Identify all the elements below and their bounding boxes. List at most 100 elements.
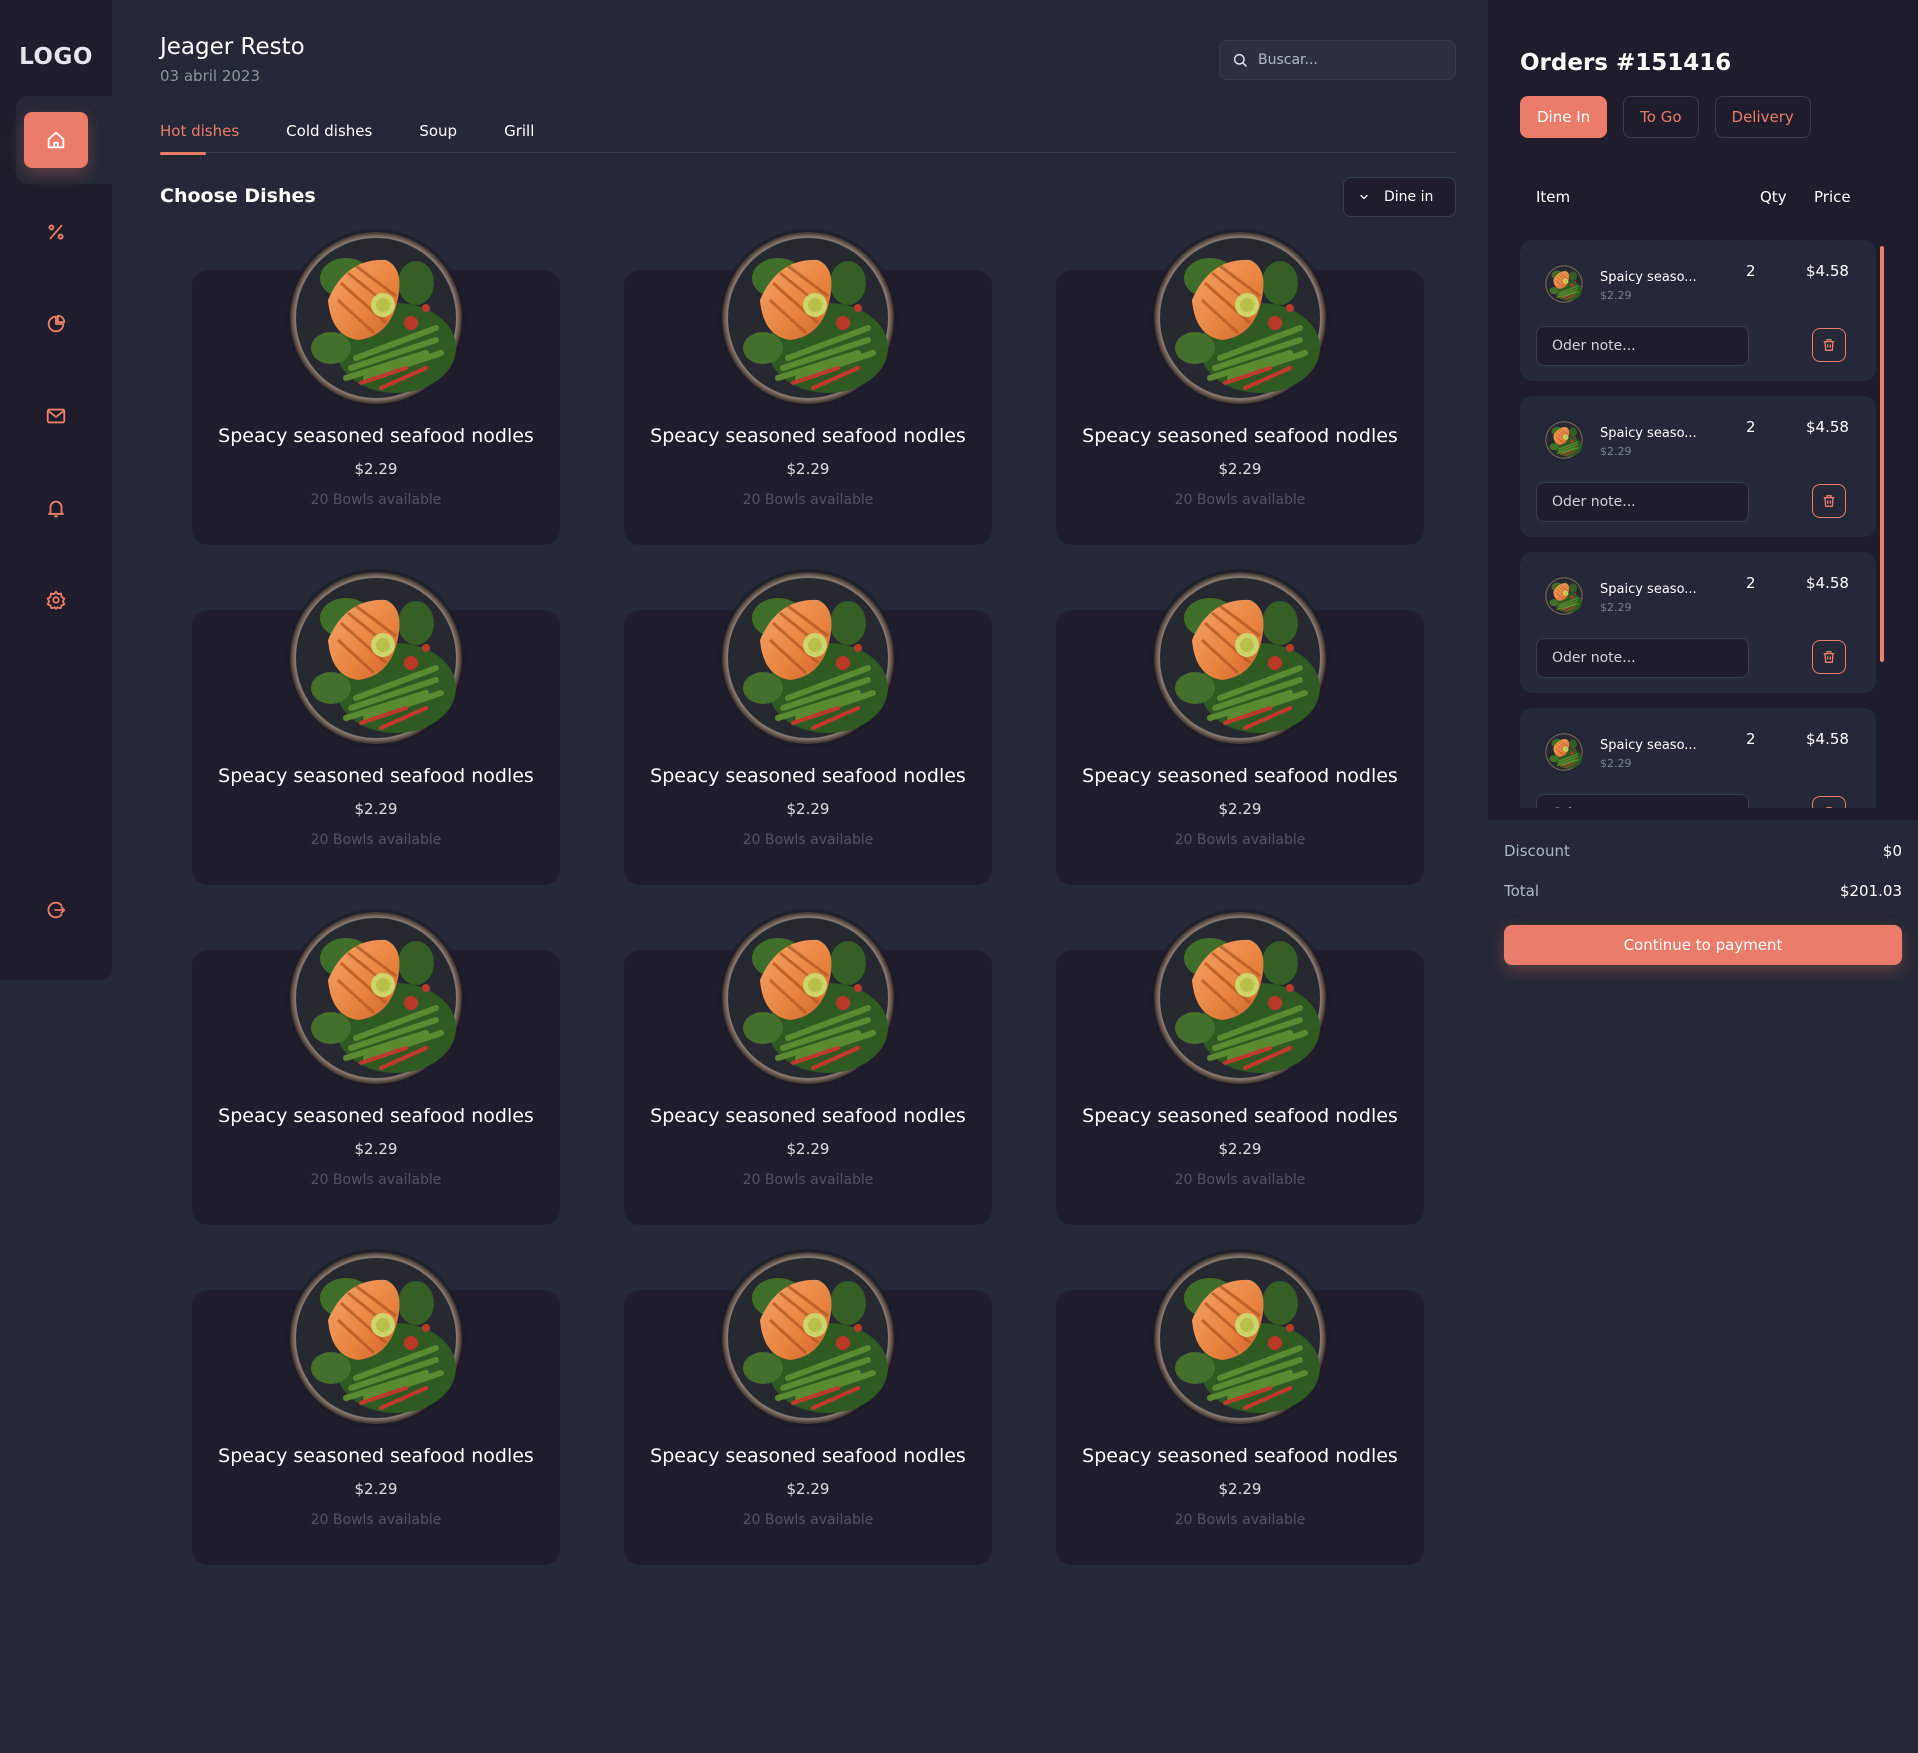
- trash-icon: [1823, 495, 1835, 507]
- dish-card[interactable]: Speacy seasoned seafood nodles $2.29 20 Bo…: [1056, 270, 1424, 545]
- dish-image: [286, 228, 466, 408]
- order-item-qty[interactable]: 2: [1746, 418, 1756, 436]
- order-type-group: Dine In To Go Delivery: [1520, 96, 1811, 138]
- dish-card[interactable]: Speacy seasoned seafood nodles $2.29 20 Bo…: [1056, 950, 1424, 1225]
- dish-price: $2.29: [786, 800, 830, 818]
- order-item-qty[interactable]: 2: [1746, 262, 1756, 280]
- dish-image: [1150, 1248, 1330, 1428]
- dish-availability: 20 Bowls available: [310, 1172, 442, 1188]
- dish-name: Speacy seasoned seafood nodles: [650, 1445, 966, 1467]
- trash-icon: [1826, 807, 1832, 808]
- delete-item-button[interactable]: [1812, 328, 1846, 362]
- nav-discount[interactable]: [0, 188, 112, 276]
- order-item-qty[interactable]: 2: [1746, 730, 1756, 748]
- dish-price: $2.29: [786, 1140, 830, 1158]
- nav-notifications[interactable]: [0, 464, 112, 552]
- page-date: 03 abril 2023: [160, 67, 261, 85]
- dish-card[interactable]: Speacy seasoned seafood nodles $2.29 20 Bo…: [1056, 1290, 1424, 1565]
- dish-name: Speacy seasoned seafood nodles: [650, 1105, 966, 1127]
- delete-item-button[interactable]: [1812, 484, 1846, 518]
- delete-item-button[interactable]: [1812, 796, 1846, 808]
- notification-icon: [48, 500, 64, 518]
- column-price: Price: [1814, 188, 1851, 206]
- dish-card[interactable]: Speacy seasoned seafood nodles $2.29 20 Bo…: [624, 1290, 992, 1565]
- nav-logout[interactable]: [0, 866, 112, 954]
- search-box[interactable]: [1219, 40, 1456, 80]
- dish-card[interactable]: Speacy seasoned seafood nodles $2.29 20 Bo…: [192, 270, 560, 545]
- logo: LOGO: [19, 44, 93, 70]
- dish-name: Speacy seasoned seafood nodles: [650, 425, 966, 447]
- order-note-input[interactable]: [1536, 794, 1749, 808]
- order-item-name: Spaicy seaso...: [1600, 738, 1697, 753]
- page-title: Jeager Resto: [160, 34, 305, 60]
- search-input[interactable]: [1258, 52, 1448, 68]
- order-type-dine-in[interactable]: Dine In: [1520, 96, 1608, 138]
- tab-cold-dishes[interactable]: Cold dishes: [286, 120, 372, 153]
- dish-name: Speacy seasoned seafood nodles: [218, 1105, 534, 1127]
- nav-home[interactable]: [16, 96, 112, 184]
- dashboard-icon: [47, 314, 66, 333]
- nav-settings-button: [24, 572, 88, 628]
- order-list-scrollbar[interactable]: [1880, 246, 1884, 662]
- dish-name: Speacy seasoned seafood nodles: [1082, 1445, 1398, 1467]
- discount-label: Discount: [1504, 842, 1570, 860]
- dish-price: $2.29: [354, 1140, 398, 1158]
- dish-card[interactable]: Speacy seasoned seafood nodles $2.29 20 Bo…: [192, 950, 560, 1225]
- dish-name: Speacy seasoned seafood nodles: [1082, 425, 1398, 447]
- tab-grill[interactable]: Grill: [504, 120, 534, 153]
- order-item-image: [1544, 264, 1584, 304]
- nav-settings[interactable]: [0, 556, 112, 644]
- dish-availability: 20 Bowls available: [1174, 1512, 1306, 1528]
- order-item-image: [1544, 576, 1584, 616]
- dish-availability: 20 Bowls available: [742, 832, 874, 848]
- dish-card[interactable]: Speacy seasoned seafood nodles $2.29 20 Bo…: [624, 610, 992, 885]
- column-qty: Qty: [1760, 188, 1787, 206]
- dish-name: Speacy seasoned seafood nodles: [218, 425, 534, 447]
- dish-name: Speacy seasoned seafood nodles: [1082, 1105, 1398, 1127]
- dish-price: $2.29: [1218, 1140, 1262, 1158]
- order-note-input[interactable]: [1536, 638, 1749, 678]
- dish-price: $2.29: [786, 1480, 830, 1498]
- chevron-down-icon: [1360, 194, 1368, 200]
- dish-card[interactable]: Speacy seasoned seafood nodles $2.29 20 Bo…: [624, 950, 992, 1225]
- continue-payment-button[interactable]: Continue to payment: [1504, 925, 1902, 965]
- dish-card[interactable]: Speacy seasoned seafood nodles $2.29 20 Bo…: [1056, 610, 1424, 885]
- dish-price: $2.29: [1218, 800, 1262, 818]
- nav-messages-button: [24, 388, 88, 444]
- dine-option-dropdown[interactable]: Dine in: [1343, 177, 1456, 217]
- tab-soup[interactable]: Soup: [419, 120, 457, 153]
- order-item: Spaicy seaso... $2.29 2 $4.58: [1520, 240, 1876, 381]
- nav-logout-button: [24, 882, 88, 938]
- tab-hot-dishes[interactable]: Hot dishes: [160, 120, 239, 155]
- settings-icon: [46, 590, 66, 610]
- dish-availability: 20 Bowls available: [1174, 1172, 1306, 1188]
- order-item-total: $4.58: [1806, 418, 1849, 436]
- dish-availability: 20 Bowls available: [1174, 492, 1306, 508]
- dish-availability: 20 Bowls available: [310, 492, 442, 508]
- section-title: Choose Dishes: [160, 185, 316, 207]
- dish-image: [718, 228, 898, 408]
- order-type-to-go[interactable]: To Go: [1623, 96, 1699, 138]
- order-item: Spaicy seaso... $2.29 2 $4.58: [1520, 396, 1876, 537]
- nav-messages[interactable]: [0, 372, 112, 460]
- dish-card[interactable]: Speacy seasoned seafood nodles $2.29 20 Bo…: [192, 1290, 560, 1565]
- order-type-delivery[interactable]: Delivery: [1714, 96, 1811, 138]
- nav-dashboard[interactable]: [0, 280, 112, 368]
- dish-image: [286, 908, 466, 1088]
- sidebar: LOGO: [0, 0, 112, 980]
- order-item-unit-price: $2.29: [1600, 289, 1632, 302]
- order-note-input[interactable]: [1536, 326, 1749, 366]
- dish-name: Speacy seasoned seafood nodles: [218, 765, 534, 787]
- order-item-qty[interactable]: 2: [1746, 574, 1756, 592]
- dish-card[interactable]: Speacy seasoned seafood nodles $2.29 20 Bo…: [624, 270, 992, 545]
- dish-availability: 20 Bowls available: [1174, 832, 1306, 848]
- dine-option-value: Dine in: [1384, 189, 1434, 205]
- order-note-input[interactable]: [1536, 482, 1749, 522]
- delete-item-button[interactable]: [1812, 640, 1846, 674]
- total-value: $201.03: [1839, 882, 1902, 900]
- trash-icon: [1823, 651, 1835, 663]
- order-list[interactable]: Spaicy seaso...$2.292$4.58Spaicy seaso..…: [1520, 240, 1876, 808]
- order-item-total: $4.58: [1806, 730, 1849, 748]
- dish-card[interactable]: Speacy seasoned seafood nodles $2.29 20 Bo…: [192, 610, 560, 885]
- order-item-total: $4.58: [1806, 262, 1849, 280]
